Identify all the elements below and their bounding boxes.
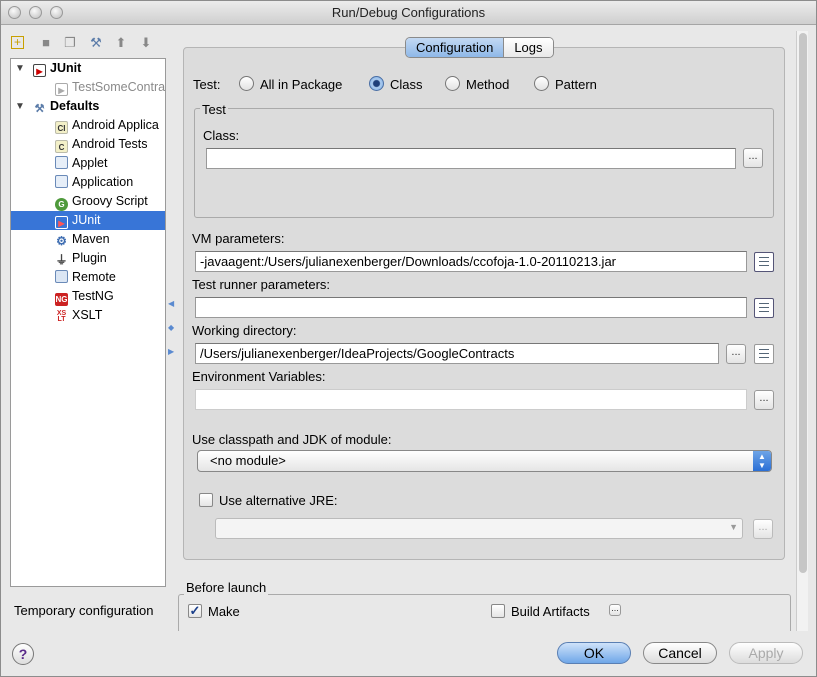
tab-bar: Configuration Logs bbox=[405, 37, 554, 58]
help-button[interactable]: ? bbox=[12, 643, 34, 665]
tree-item-maven[interactable]: ⚙ Maven bbox=[55, 230, 109, 249]
collapse-right-icon: ▶ bbox=[168, 347, 175, 356]
tab-logs[interactable]: Logs bbox=[504, 38, 553, 57]
before-launch-title: Before launch bbox=[184, 580, 269, 595]
run-debug-dialog: Run/Debug Configurations + ■ ❐ ⚒ ⬆ ⬇ ▼ ▶… bbox=[0, 0, 817, 677]
vm-parameters-field[interactable]: -javaagent:/Users/julianexenberger/Downl… bbox=[195, 251, 747, 272]
radio-all-in-package[interactable] bbox=[239, 76, 254, 91]
radio-method[interactable] bbox=[445, 76, 460, 91]
defaults-icon: ⚒ bbox=[34, 103, 45, 115]
tree-item-applet[interactable]: Applet bbox=[55, 154, 107, 173]
select-arrows-icon: ▲ ▼ bbox=[753, 451, 771, 471]
alt-jre-label[interactable]: Use alternative JRE: bbox=[219, 493, 338, 508]
copy-icon[interactable]: ❐ bbox=[61, 34, 79, 52]
junit-temp-icon: ▶ bbox=[55, 83, 68, 96]
working-directory-field[interactable]: /Users/julianexenberger/IdeaProjects/Goo… bbox=[195, 343, 719, 364]
radio-class-label[interactable]: Class bbox=[390, 77, 423, 92]
class-label: Class: bbox=[203, 128, 240, 143]
zoom-window-button[interactable] bbox=[50, 6, 63, 19]
tree-group-junit[interactable]: ▶ JUnit bbox=[33, 59, 81, 78]
tree-item-remote[interactable]: Remote bbox=[55, 268, 116, 287]
make-label[interactable]: Make bbox=[208, 604, 240, 619]
close-window-button[interactable] bbox=[8, 6, 21, 19]
radio-pattern-label[interactable]: Pattern bbox=[555, 77, 597, 92]
tree-item-testng[interactable]: NG TestNG bbox=[55, 287, 114, 306]
working-directory-browse-button[interactable]: ... bbox=[726, 344, 746, 364]
expand-defaults-icon[interactable]: ▼ bbox=[15, 101, 25, 112]
working-directory-label: Working directory: bbox=[192, 323, 297, 338]
build-artifacts-browse-button[interactable]: ... bbox=[609, 604, 621, 616]
class-field[interactable] bbox=[206, 148, 736, 169]
vm-parameters-expand-icon[interactable] bbox=[754, 252, 774, 272]
tree-item-xslt[interactable]: XS LT XSLT bbox=[55, 306, 103, 325]
splitter-handle[interactable]: ◀ ◆ ▶ bbox=[167, 299, 175, 369]
runner-parameters-field[interactable] bbox=[195, 297, 747, 318]
android-tests-icon: C bbox=[55, 140, 68, 153]
remove-icon[interactable]: ■ bbox=[37, 34, 55, 52]
apply-button: Apply bbox=[729, 642, 803, 664]
temporary-configuration-label: Temporary configuration bbox=[14, 603, 154, 618]
xslt-icon: XS LT bbox=[56, 310, 67, 323]
radio-all-in-package-label[interactable]: All in Package bbox=[260, 77, 342, 92]
vm-parameters-label: VM parameters: bbox=[192, 231, 285, 246]
tab-configuration[interactable]: Configuration bbox=[406, 38, 505, 57]
groovy-icon: G bbox=[55, 198, 68, 211]
class-browse-button[interactable]: ... bbox=[743, 148, 763, 168]
applet-icon bbox=[55, 156, 68, 169]
tree-item-testsomecontra[interactable]: ▶ TestSomeContra bbox=[55, 78, 165, 97]
alt-jre-browse-button: ... bbox=[753, 519, 773, 539]
junit-icon: ▶ bbox=[55, 216, 68, 229]
radio-pattern[interactable] bbox=[534, 76, 549, 91]
tree-item-application[interactable]: Application bbox=[55, 173, 133, 192]
android-app-icon: CI bbox=[55, 121, 68, 134]
maven-icon: ⚙ bbox=[56, 234, 67, 248]
env-vars-field[interactable] bbox=[195, 389, 747, 410]
tree-item-junit-default[interactable]: ▶ JUnit bbox=[11, 211, 165, 230]
remote-icon bbox=[55, 270, 68, 283]
radio-class[interactable] bbox=[369, 76, 384, 91]
module-label: Use classpath and JDK of module: bbox=[192, 432, 392, 447]
tree-toolbar: + ■ ❐ ⚒ ⬆ ⬇ bbox=[9, 34, 169, 54]
tree-item-android-application[interactable]: CI Android Applica bbox=[55, 116, 159, 135]
tree-group-defaults[interactable]: ⚒ Defaults bbox=[33, 97, 100, 116]
test-kind-label: Test: bbox=[193, 77, 221, 92]
test-group-title: Test bbox=[200, 102, 228, 117]
move-down-icon[interactable]: ⬇ bbox=[137, 34, 155, 52]
module-select-value: <no module> bbox=[210, 453, 286, 468]
build-artifacts-checkbox[interactable] bbox=[491, 604, 505, 618]
tree-item-groovy-script[interactable]: G Groovy Script bbox=[55, 192, 148, 211]
split-arrows-icon: ◆ bbox=[168, 323, 175, 332]
runner-parameters-label: Test runner parameters: bbox=[192, 277, 331, 292]
tree-item-plugin[interactable]: ⏚ Plugin bbox=[55, 249, 106, 268]
dropdown-arrow-icon: ▼ bbox=[729, 522, 738, 532]
alt-jre-path-field: ▼ bbox=[215, 518, 743, 539]
build-artifacts-label[interactable]: Build Artifacts bbox=[511, 604, 590, 619]
edit-defaults-icon[interactable]: ⚒ bbox=[87, 34, 105, 52]
env-vars-label: Environment Variables: bbox=[192, 369, 326, 384]
runner-parameters-expand-icon[interactable] bbox=[754, 298, 774, 318]
minimize-window-button[interactable] bbox=[29, 6, 42, 19]
module-select[interactable]: <no module> ▲ ▼ bbox=[197, 450, 772, 472]
working-directory-macro-icon[interactable] bbox=[754, 344, 774, 364]
junit-icon: ▶ bbox=[33, 64, 46, 77]
make-checkbox[interactable]: ✓ bbox=[188, 604, 202, 618]
window-title: Run/Debug Configurations bbox=[331, 5, 486, 20]
vertical-scrollbar[interactable] bbox=[796, 31, 808, 631]
env-vars-browse-button[interactable]: ... bbox=[754, 390, 774, 410]
ok-button[interactable]: OK bbox=[557, 642, 631, 664]
add-icon[interactable]: + bbox=[11, 36, 24, 49]
alt-jre-checkbox[interactable] bbox=[199, 493, 213, 507]
plugin-icon: ⏚ bbox=[55, 253, 68, 267]
scrollbar-thumb[interactable] bbox=[799, 33, 807, 573]
radio-method-label[interactable]: Method bbox=[466, 77, 509, 92]
application-icon bbox=[55, 175, 68, 188]
cancel-button[interactable]: Cancel bbox=[643, 642, 717, 664]
tree-item-android-tests[interactable]: C Android Tests bbox=[55, 135, 148, 154]
testng-icon: NG bbox=[55, 293, 68, 306]
title-bar: Run/Debug Configurations bbox=[1, 1, 816, 25]
collapse-left-icon: ◀ bbox=[168, 299, 175, 308]
configuration-tree[interactable]: ▼ ▶ JUnit ▶ TestSomeContra ▼ ⚒ Defaults CI A… bbox=[10, 58, 166, 587]
expand-junit-icon[interactable]: ▼ bbox=[15, 63, 25, 74]
move-up-icon[interactable]: ⬆ bbox=[112, 34, 130, 52]
